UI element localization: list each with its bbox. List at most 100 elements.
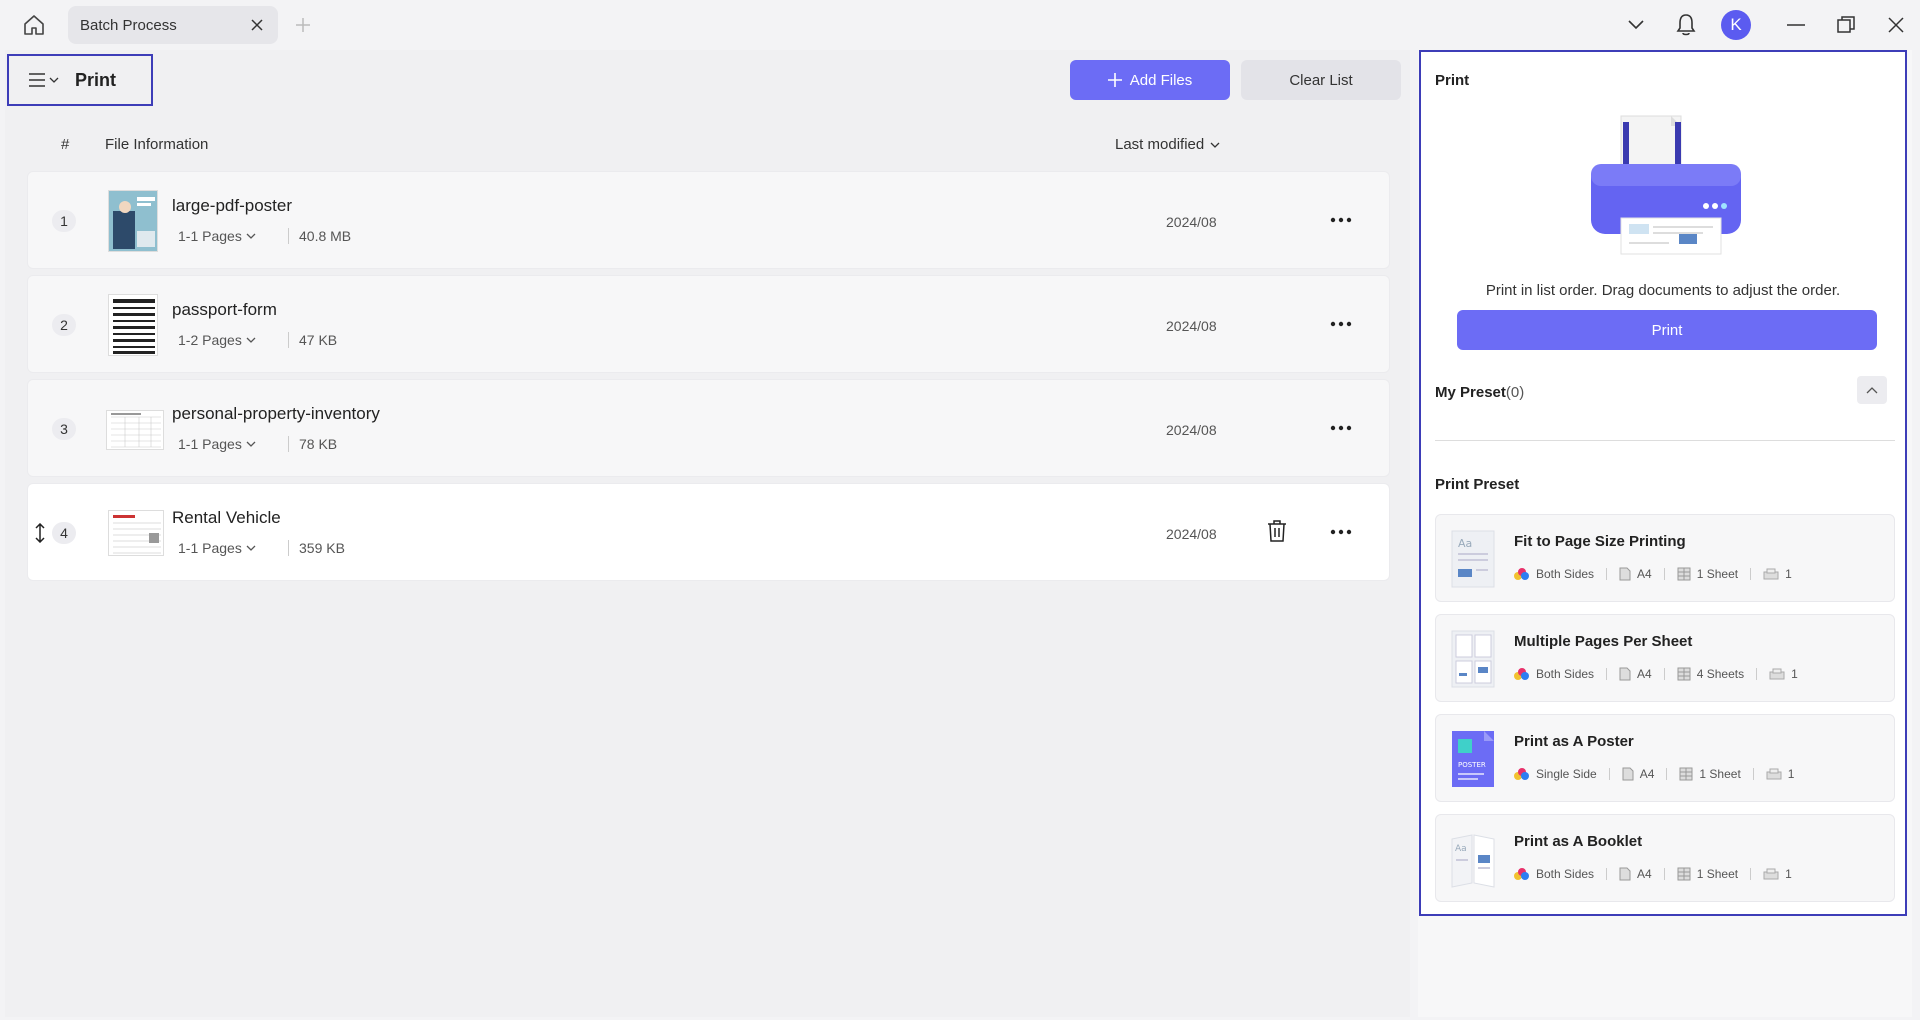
title-bar: Batch Process K: [0, 0, 1920, 50]
page-title: Print: [75, 69, 117, 90]
preset-poster[interactable]: POSTER Print as A Poster Single Side A4 …: [1435, 714, 1895, 802]
preset-sheets: 1 Sheet: [1699, 767, 1741, 781]
menu-icon[interactable]: [29, 73, 59, 87]
preset-booklet[interactable]: Aa Print as A Booklet Both Sides A4 1 Sh…: [1435, 814, 1895, 902]
preset-sides: Both Sides: [1536, 667, 1595, 681]
preset-meta: Both Sides A4 1 Sheet 1: [1514, 567, 1792, 581]
file-date: 2024/08: [1166, 422, 1217, 438]
sort-last-modified[interactable]: Last modified: [1115, 136, 1220, 153]
preset-name: Print as A Booklet: [1514, 833, 1643, 850]
file-size: 78 KB: [288, 436, 337, 452]
avatar[interactable]: K: [1721, 10, 1751, 40]
table-row[interactable]: 2 passport-form 1-2 Pages 47 KB 2024/08: [27, 275, 1390, 373]
file-thumbnail: [106, 410, 164, 450]
clear-list-button[interactable]: Clear List: [1241, 60, 1401, 100]
chevron-down-icon: [246, 441, 256, 447]
trash-icon[interactable]: [1265, 518, 1289, 544]
chevron-down-icon: [246, 545, 256, 551]
preset-meta: Both Sides A4 4 Sheets 1: [1514, 667, 1798, 681]
preset-thumbnail: Aa: [1450, 529, 1498, 589]
row-index: 2: [52, 314, 76, 336]
tab-label: Batch Process: [80, 16, 177, 34]
minimize-icon[interactable]: [1783, 12, 1809, 38]
add-files-label: Add Files: [1129, 71, 1193, 89]
file-date: 2024/08: [1166, 526, 1217, 542]
more-icon[interactable]: [1328, 418, 1354, 438]
preset-multiple-pages[interactable]: Multiple Pages Per Sheet Both Sides A4 4…: [1435, 614, 1895, 702]
svg-text:Aa: Aa: [1455, 844, 1467, 854]
preset-sheets: 1 Sheet: [1696, 867, 1739, 881]
file-size: 47 KB: [288, 332, 337, 348]
preset-sides: Both Sides: [1536, 867, 1595, 881]
preset-meta: Both Sides A4 1 Sheet 1: [1514, 867, 1792, 881]
copies-icon: [1763, 868, 1779, 880]
preset-sides: Both Sides: [1536, 567, 1595, 581]
page-range-dropdown[interactable]: 1-1 Pages: [178, 436, 256, 452]
chevron-down-icon: [1210, 142, 1220, 148]
preset-paper: A4: [1637, 867, 1652, 881]
file-list-area: Print Add Files Clear List # File Inform…: [5, 50, 1410, 1017]
print-hint: Print in list order. Drag documents to a…: [1485, 282, 1841, 299]
preset-copies: 1: [1785, 867, 1792, 881]
paper-icon: [1619, 867, 1631, 881]
plus-icon[interactable]: [292, 14, 314, 36]
bell-icon[interactable]: [1673, 12, 1699, 38]
preset-fit-to-page[interactable]: Aa Fit to Page Size Printing Both Sides …: [1435, 514, 1895, 602]
drag-icon[interactable]: [34, 522, 46, 544]
table-row[interactable]: 1 large-pdf-poster 1-1 Pages 40.8 MB 202…: [27, 171, 1390, 269]
restore-icon[interactable]: [1833, 12, 1859, 38]
sides-icon: [1514, 568, 1530, 580]
chevron-down-icon[interactable]: [1623, 12, 1649, 38]
preset-name: Fit to Page Size Printing: [1514, 533, 1686, 550]
sort-label: Last modified: [1115, 136, 1205, 153]
preset-sheets: 1 Sheet: [1696, 567, 1739, 581]
preset-name: Multiple Pages Per Sheet: [1514, 633, 1693, 650]
sheets-icon: [1677, 567, 1691, 581]
preset-thumbnail: [1450, 629, 1498, 689]
add-files-button[interactable]: Add Files: [1070, 60, 1230, 100]
row-index: 1: [52, 210, 76, 232]
print-preset-header: Print Preset: [1435, 476, 1520, 493]
page-range-dropdown[interactable]: 1-1 Pages: [178, 540, 256, 556]
file-thumbnail: [108, 190, 158, 252]
window-close-icon[interactable]: [1883, 12, 1909, 38]
preset-copies: 1: [1791, 667, 1798, 681]
paper-icon: [1622, 767, 1634, 781]
file-size: 40.8 MB: [288, 228, 351, 244]
sides-icon: [1514, 768, 1530, 780]
page-range-dropdown[interactable]: 1-1 Pages: [178, 228, 256, 244]
file-thumbnail: [108, 294, 158, 356]
chevron-down-icon: [246, 233, 256, 239]
more-icon[interactable]: [1328, 210, 1354, 230]
table-row[interactable]: 4 Rental Vehicle 1-1 Pages 359 KB 2024/0…: [27, 483, 1390, 581]
mode-selector[interactable]: Print: [7, 54, 153, 106]
column-index: #: [61, 136, 70, 153]
file-thumbnail: [108, 510, 164, 556]
table-row[interactable]: 3 personal-property-inventory 1-1 Pages …: [27, 379, 1390, 477]
paper-icon: [1619, 567, 1631, 581]
home-icon[interactable]: [20, 12, 48, 38]
more-icon[interactable]: [1328, 522, 1354, 542]
chevron-up-icon[interactable]: [1857, 376, 1887, 404]
tab-batch-process[interactable]: Batch Process: [68, 6, 278, 44]
clear-list-label: Clear List: [1289, 71, 1353, 89]
copies-icon: [1766, 768, 1782, 780]
sheets-icon: [1679, 767, 1693, 781]
plus-icon: [1107, 73, 1122, 87]
my-preset-header: My Preset(0): [1435, 384, 1524, 401]
svg-text:POSTER: POSTER: [1458, 761, 1486, 769]
page-range-dropdown[interactable]: 1-2 Pages: [178, 332, 256, 348]
file-name: passport-form: [172, 300, 277, 319]
row-index: 4: [52, 522, 76, 544]
close-icon[interactable]: [248, 16, 266, 34]
preset-thumbnail: Aa: [1450, 829, 1498, 889]
print-button[interactable]: Print: [1457, 310, 1877, 350]
svg-text:Aa: Aa: [1458, 537, 1472, 550]
copies-icon: [1763, 568, 1779, 580]
sheets-icon: [1677, 667, 1691, 681]
page-range: 1-1 Pages: [178, 540, 242, 556]
copies-icon: [1769, 668, 1785, 680]
more-icon[interactable]: [1328, 314, 1354, 334]
row-index: 3: [52, 418, 76, 440]
print-panel: Print Print in list order. Drag document…: [1419, 50, 1907, 916]
